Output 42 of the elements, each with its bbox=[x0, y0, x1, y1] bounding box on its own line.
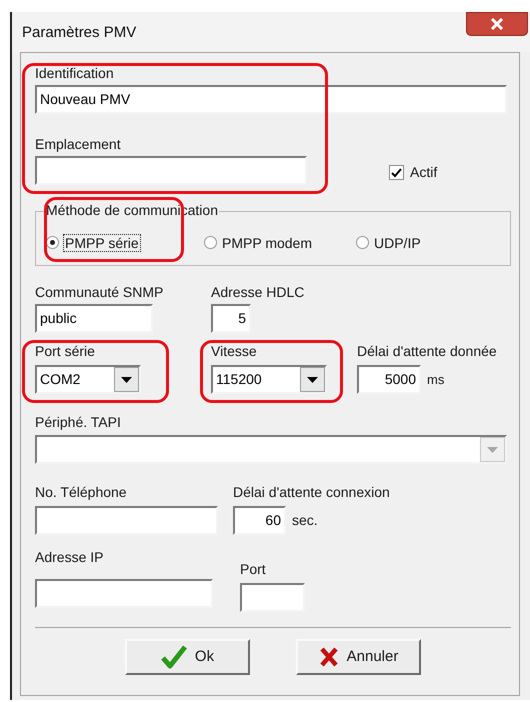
ok-button[interactable]: Ok bbox=[125, 639, 250, 675]
unit-label: sec. bbox=[292, 511, 318, 530]
caret-down-icon bbox=[307, 376, 318, 382]
field-label: Adresse IP bbox=[35, 549, 104, 565]
close-button[interactable] bbox=[466, 12, 528, 36]
check-icon bbox=[160, 645, 187, 669]
window-title: Paramètres PMV bbox=[22, 22, 136, 43]
dropdown[interactable]: COM2 bbox=[35, 365, 141, 394]
radio-button[interactable]: PMPP série bbox=[46, 234, 204, 250]
dropdown-arrow-button[interactable] bbox=[300, 367, 325, 392]
caret-down-icon bbox=[121, 376, 132, 382]
input-field[interactable]: Nouveau PMV bbox=[35, 85, 507, 114]
unit-label: ms bbox=[427, 370, 444, 389]
dropdown-arrow-button[interactable] bbox=[114, 367, 139, 392]
field-label: Identification bbox=[35, 65, 115, 81]
input-field[interactable]: public bbox=[35, 304, 153, 333]
field-label: Port série bbox=[35, 343, 96, 359]
field-label: Communauté SNMP bbox=[35, 284, 164, 300]
caret-down-icon bbox=[487, 446, 498, 452]
input-field[interactable] bbox=[240, 583, 305, 612]
field-label: Emplacement bbox=[35, 136, 122, 152]
radio-button[interactable]: PMPP modem bbox=[204, 234, 356, 250]
actif-checkbox[interactable]: Actif bbox=[389, 162, 438, 183]
field-label: Vitesse bbox=[211, 343, 258, 359]
field-label: Délai d'attente connexion bbox=[233, 484, 390, 500]
input-field[interactable] bbox=[35, 579, 213, 608]
check-icon bbox=[391, 168, 402, 178]
field-label: Délai d'attente donnée bbox=[357, 343, 497, 359]
field-label: No. Téléphone bbox=[35, 484, 128, 500]
field-label: Adresse HDLC bbox=[211, 284, 304, 300]
input-field[interactable]: 60 bbox=[233, 506, 286, 535]
radio-button[interactable]: UDP/IP bbox=[356, 234, 476, 250]
field-label: Périphé. TAPI bbox=[35, 414, 122, 430]
x-icon bbox=[318, 647, 339, 667]
dropdown[interactable]: 115200 bbox=[211, 365, 327, 394]
close-icon bbox=[490, 18, 504, 30]
input-field[interactable]: 5 bbox=[211, 304, 251, 333]
input-field[interactable] bbox=[35, 506, 218, 535]
input-field[interactable]: 5000 bbox=[357, 365, 421, 394]
cancel-button[interactable]: Annuler bbox=[296, 639, 421, 675]
input-field[interactable] bbox=[35, 156, 307, 185]
field-label: Port bbox=[240, 561, 267, 577]
